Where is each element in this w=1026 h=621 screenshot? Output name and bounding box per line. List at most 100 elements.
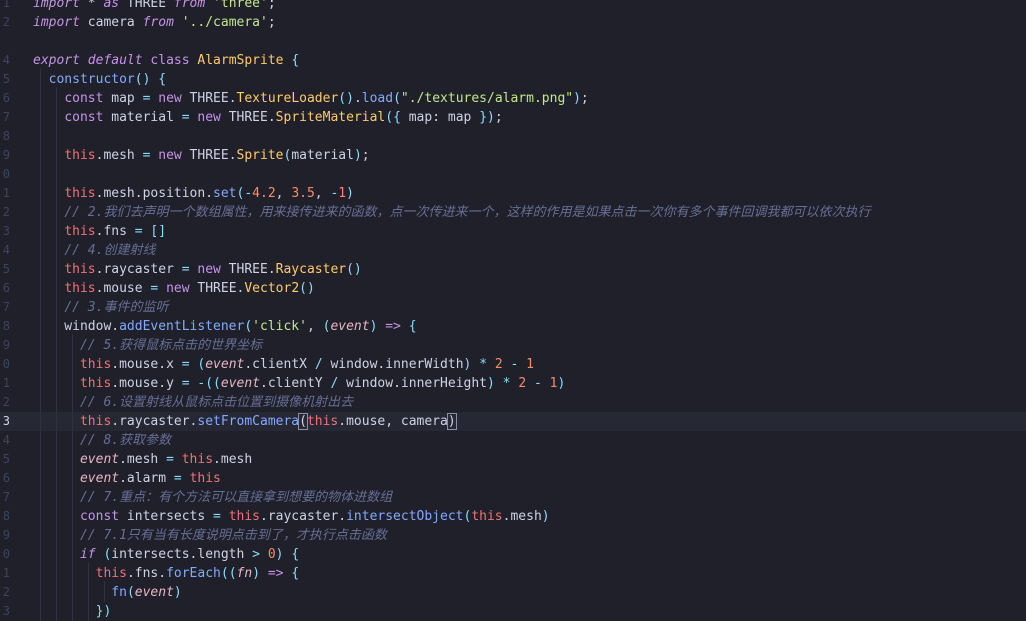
code-line[interactable] bbox=[0, 32, 1026, 51]
line-number: 6 bbox=[2, 471, 10, 485]
line-number: 3 bbox=[2, 414, 10, 428]
code-line[interactable]: 6 this.mouse = new THREE.Vector2() bbox=[0, 277, 1026, 298]
code-line[interactable]: 7 // 3.事件的监听 bbox=[0, 296, 1026, 317]
code-line[interactable]: 6 event.alarm = this bbox=[0, 467, 1026, 488]
code-token: .mouse.y bbox=[111, 376, 182, 391]
code-line[interactable]: 1 this.mesh.position.set(-4.2, 3.5, -1) bbox=[0, 182, 1026, 203]
line-number: 6 bbox=[2, 281, 10, 295]
code-token: ) bbox=[346, 186, 354, 201]
code-line[interactable]: 8 const intersects = this.raycaster.inte… bbox=[0, 505, 1026, 526]
code-token: > bbox=[252, 547, 260, 562]
code-token: ( bbox=[393, 91, 401, 106]
code-token: ) bbox=[173, 585, 182, 600]
code-text: // 4.创建射线 bbox=[33, 241, 155, 260]
code-token: , bbox=[275, 186, 292, 201]
code-line[interactable]: 4 // 4.创建射线 bbox=[0, 239, 1026, 260]
code-line[interactable]: 3 }) bbox=[0, 600, 1026, 621]
code-token: { bbox=[291, 566, 300, 581]
code-line[interactable]: 7 // 7.重点：有个方法可以直接拿到想要的物体进数组 bbox=[0, 486, 1026, 507]
code-token: 0 bbox=[267, 547, 276, 562]
code-token: .mesh bbox=[213, 452, 253, 467]
code-line[interactable]: 3 this.fns = [] bbox=[0, 220, 1026, 241]
line-number: 2 bbox=[2, 205, 10, 219]
code-line[interactable]: 1 import * as THREE from 'three'; bbox=[0, 0, 1026, 13]
code-line[interactable]: 2 // 6.设置射线从鼠标点击位置到摄像机射出去 bbox=[0, 391, 1026, 412]
indent-guide bbox=[56, 163, 57, 184]
code-token: .mesh bbox=[502, 509, 542, 524]
code-line[interactable]: 6 const map = new THREE.TextureLoader().… bbox=[0, 87, 1026, 108]
code-token: () bbox=[346, 262, 362, 277]
code-token: = bbox=[173, 471, 182, 486]
code-text: this.mesh = new THREE.Sprite(material); bbox=[33, 146, 369, 165]
code-line[interactable]: 2 // 2.我们去声明一个数组属性，用来接传进来的函数，点一次传进来一个，这样… bbox=[0, 201, 1026, 222]
line-number: 5 bbox=[2, 72, 10, 86]
code-line[interactable]: 9 this.mesh = new THREE.Sprite(material)… bbox=[0, 144, 1026, 165]
code-token: => bbox=[267, 566, 284, 581]
code-token: this bbox=[306, 414, 339, 429]
code-line[interactable]: 0 if (intersects.length > 0) { bbox=[0, 543, 1026, 564]
line-number: 0 bbox=[2, 357, 10, 371]
code-token: .mesh bbox=[119, 452, 167, 467]
code-line[interactable]: 0 this.mouse.x = (event.clientX / window… bbox=[0, 353, 1026, 374]
code-token: THREE. bbox=[220, 262, 276, 277]
code-line[interactable]: 4 export default class AlarmSprite { bbox=[0, 51, 1026, 70]
code-line[interactable]: 1 this.fns.forEach((fn) => { bbox=[0, 562, 1026, 583]
code-token: ) bbox=[573, 91, 581, 106]
code-line[interactable]: 1 this.mouse.y = -((event.clientY / wind… bbox=[0, 372, 1026, 393]
code-line[interactable]: 5 this.raycaster = new THREE.Raycaster() bbox=[0, 258, 1026, 279]
code-editor[interactable]: 1 import * as THREE from 'three'; 2 import … bbox=[0, 0, 1026, 621]
code-token: intersects.length bbox=[111, 547, 253, 562]
code-token: new bbox=[158, 91, 182, 106]
code-token: const bbox=[79, 509, 120, 524]
code-token: event bbox=[79, 452, 120, 467]
code-line[interactable]: 2 import camera from '../camera'; bbox=[0, 13, 1026, 32]
code-line[interactable]: 8 window.addEventListener('click', (even… bbox=[0, 315, 1026, 336]
line-number: 7 bbox=[2, 110, 10, 124]
code-line[interactable]: 0 bbox=[0, 163, 1026, 184]
code-text: this.raycaster.setFromCamera(this.mouse,… bbox=[33, 412, 457, 431]
code-token: 1 bbox=[338, 186, 347, 201]
code-text: constructor() { bbox=[33, 70, 166, 89]
code-token: this bbox=[471, 509, 503, 524]
current-code-line[interactable]: 3 this.raycaster.setFromCamera(this.mous… bbox=[0, 410, 1026, 431]
code-token: this bbox=[64, 186, 96, 201]
indent-guide bbox=[56, 125, 57, 146]
code-token: this bbox=[95, 566, 127, 581]
code-line[interactable]: 5 constructor() { bbox=[0, 68, 1026, 89]
code-text: this.mesh.position.set(-4.2, 3.5, -1) bbox=[33, 184, 354, 203]
code-token: 1 bbox=[526, 357, 534, 372]
code-line[interactable]: 4 // 8.获取参数 bbox=[0, 429, 1026, 450]
code-token: window. bbox=[33, 319, 120, 334]
code-token: = bbox=[181, 357, 190, 372]
code-token: ) bbox=[557, 376, 566, 391]
code-token: * bbox=[79, 0, 104, 11]
code-token: => bbox=[385, 319, 401, 334]
code-token: (( bbox=[220, 566, 237, 581]
code-line[interactable]: 2 fn(event) bbox=[0, 581, 1026, 602]
code-line[interactable]: 7 const material = new THREE.SpriteMater… bbox=[0, 106, 1026, 127]
code-token: .raycaster. bbox=[111, 414, 198, 429]
line-number: 0 bbox=[2, 167, 10, 181]
code-token: = bbox=[134, 224, 143, 239]
indent-guide bbox=[40, 125, 41, 146]
code-line[interactable]: 9 // 7.1只有当有长度说明点击到了，才执行点击函数 bbox=[0, 524, 1026, 545]
code-text: this.mouse.x = (event.clientX / window.i… bbox=[33, 355, 534, 374]
code-line[interactable]: 5 event.mesh = this.mesh bbox=[0, 448, 1026, 469]
code-line[interactable]: 8 bbox=[0, 125, 1026, 146]
code-token: THREE. bbox=[220, 110, 276, 125]
code-text: window.addEventListener('click', (event)… bbox=[33, 317, 416, 336]
code-line[interactable]: 9 // 5.获得鼠标点击的世界坐标 bbox=[0, 334, 1026, 355]
